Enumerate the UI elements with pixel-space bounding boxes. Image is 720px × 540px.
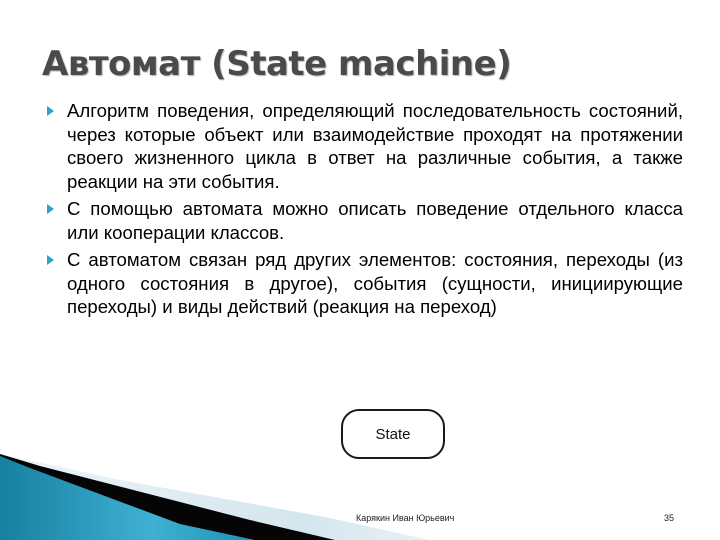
bullet-text: Алгоритм поведения, определяющий последо… [67, 100, 683, 192]
bullet-arrow-icon [47, 204, 54, 214]
slide-title: Автомат (State machine) [42, 44, 512, 84]
bullet-arrow-icon [47, 106, 54, 116]
bullet-list: Алгоритм поведения, определяющий последо… [45, 99, 683, 323]
footer-author: Карякин Иван Юрьевич [356, 513, 455, 523]
bullet-text: С помощью автомата можно описать поведен… [67, 198, 683, 243]
bullet-arrow-icon [47, 255, 54, 265]
bullet-text: С автоматом связан ряд других элементов:… [67, 249, 683, 317]
page-number: 35 [664, 513, 675, 523]
bottom-wave-decoration [0, 454, 430, 540]
bullet-item: С автоматом связан ряд других элементов:… [45, 248, 683, 319]
slide: Автомат (State machine) Алгоритм поведен… [0, 0, 720, 540]
bullet-item: Алгоритм поведения, определяющий последо… [45, 99, 683, 193]
bullet-item: С помощью автомата можно описать поведен… [45, 197, 683, 244]
